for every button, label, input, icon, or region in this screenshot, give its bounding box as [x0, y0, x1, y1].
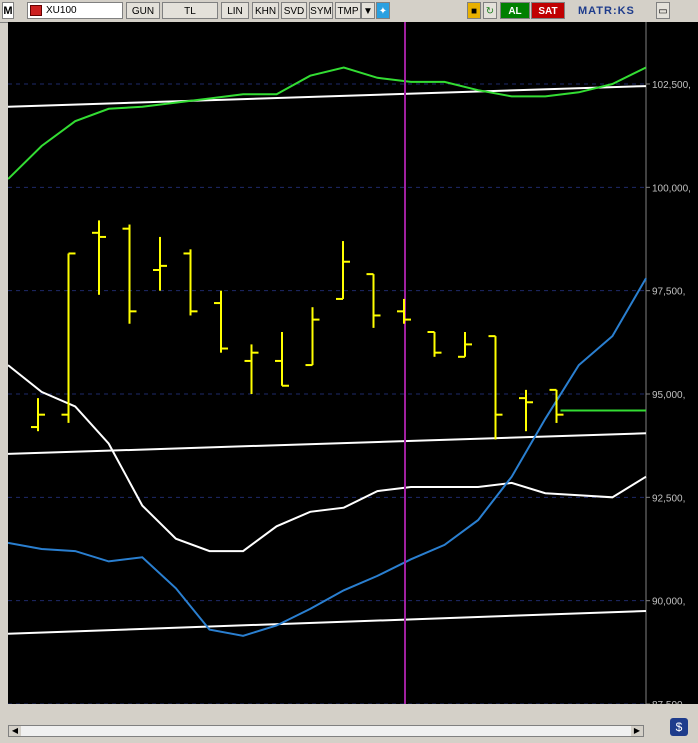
- twitter-icon: ✦: [378, 6, 388, 17]
- toolbar-button-tl[interactable]: TL: [162, 2, 218, 19]
- toolbar-button-sym[interactable]: SYM: [309, 2, 333, 19]
- scroll-left-arrow[interactable]: ◀: [9, 726, 21, 736]
- minimize-icon: ▭: [658, 6, 668, 17]
- chart-area[interactable]: 102,500, 100,000, 97,500, 95,000, 92,500, 90,…: [7, 22, 698, 711]
- chevron-down-icon: ▼: [363, 6, 373, 17]
- scroll-right-arrow[interactable]: ▶: [631, 726, 643, 736]
- settings-icon[interactable]: $: [670, 718, 688, 736]
- y-tick-label: 102,500,: [652, 80, 691, 91]
- m-button[interactable]: M: [2, 2, 14, 19]
- symbol-input[interactable]: XU100: [27, 2, 123, 19]
- lock-icon: ■: [470, 6, 478, 17]
- refresh-button[interactable]: ↻: [483, 2, 497, 19]
- ohlc-chart[interactable]: 102,500, 100,000, 97,500, 95,000, 92,500, 90,…: [7, 22, 698, 711]
- y-tick-label: 90,000,: [652, 597, 685, 608]
- buy-button[interactable]: AL: [500, 2, 530, 19]
- bottom-bar: ◀ ▶ $: [0, 704, 698, 743]
- toolbar-button-khn[interactable]: KHN: [252, 2, 279, 19]
- plot-background: [8, 22, 646, 704]
- y-tick-label: 92,500,: [652, 493, 685, 504]
- dropdown-button[interactable]: ▼: [361, 2, 375, 19]
- edit-icon[interactable]: [30, 5, 42, 16]
- horizontal-scrollbar[interactable]: ◀ ▶: [8, 725, 644, 737]
- sell-button[interactable]: SAT: [531, 2, 565, 19]
- refresh-icon: ↻: [485, 6, 495, 17]
- lock-button[interactable]: ■: [467, 2, 481, 19]
- symbol-value: XU100: [46, 5, 77, 16]
- toolbar-button-lin[interactable]: LIN: [221, 2, 249, 19]
- minimize-button[interactable]: ▭: [656, 2, 670, 19]
- toolbar-button-gun[interactable]: GUN: [126, 2, 160, 19]
- toolbar-button-tmp[interactable]: TMP: [335, 2, 361, 19]
- y-tick-label: 95,000,: [652, 390, 685, 401]
- toolbar: M XU100 GUN TL LIN KHN SVD SYM TMP ▼ ✦ ■ ↻ AL …: [0, 0, 698, 23]
- y-tick-label: 100,000,: [652, 183, 691, 194]
- y-tick-label: 97,500,: [652, 287, 685, 298]
- twitter-button[interactable]: ✦: [376, 2, 390, 19]
- toolbar-button-svd[interactable]: SVD: [281, 2, 307, 19]
